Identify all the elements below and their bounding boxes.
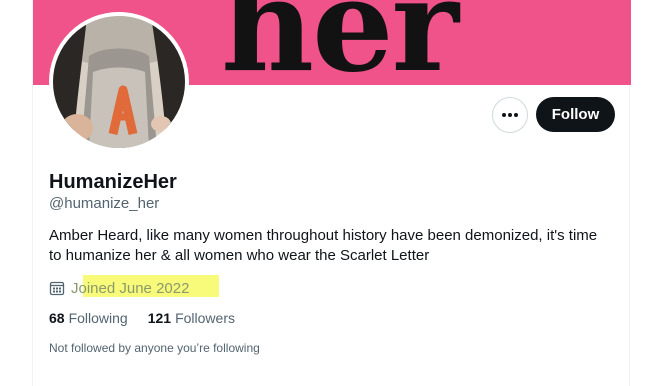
banner-art-text: her [221, 0, 459, 85]
joined-date-row: Joined June 2022 [49, 275, 219, 298]
follow-button[interactable]: Follow [536, 97, 615, 132]
avatar[interactable] [49, 12, 189, 152]
profile-name: HumanizeHer [49, 171, 177, 193]
more-options-button[interactable] [492, 97, 528, 133]
profile-bio: Amber Heard, like many women throughout … [49, 227, 598, 264]
joined-date: Joined June 2022 [71, 279, 190, 297]
followers-you-know-note: Not followed by anyone you’re following [49, 341, 260, 355]
profile-handle: @humanize_her [49, 195, 160, 212]
follow-stats: 68 Following 121 Followers [49, 310, 235, 326]
followers-link[interactable]: 121 Followers [148, 310, 235, 326]
followers-label: Followers [175, 310, 235, 326]
following-label: Following [68, 310, 128, 326]
more-horizontal-icon [502, 113, 518, 117]
following-count: 68 [49, 310, 65, 326]
following-link[interactable]: 68 Following [49, 310, 128, 326]
profile-card: her Follow HumanizeHer @humanize_her Amb… [32, 0, 631, 386]
followers-count: 121 [147, 310, 172, 326]
calendar-icon [49, 281, 65, 296]
avatar-image [53, 16, 185, 148]
